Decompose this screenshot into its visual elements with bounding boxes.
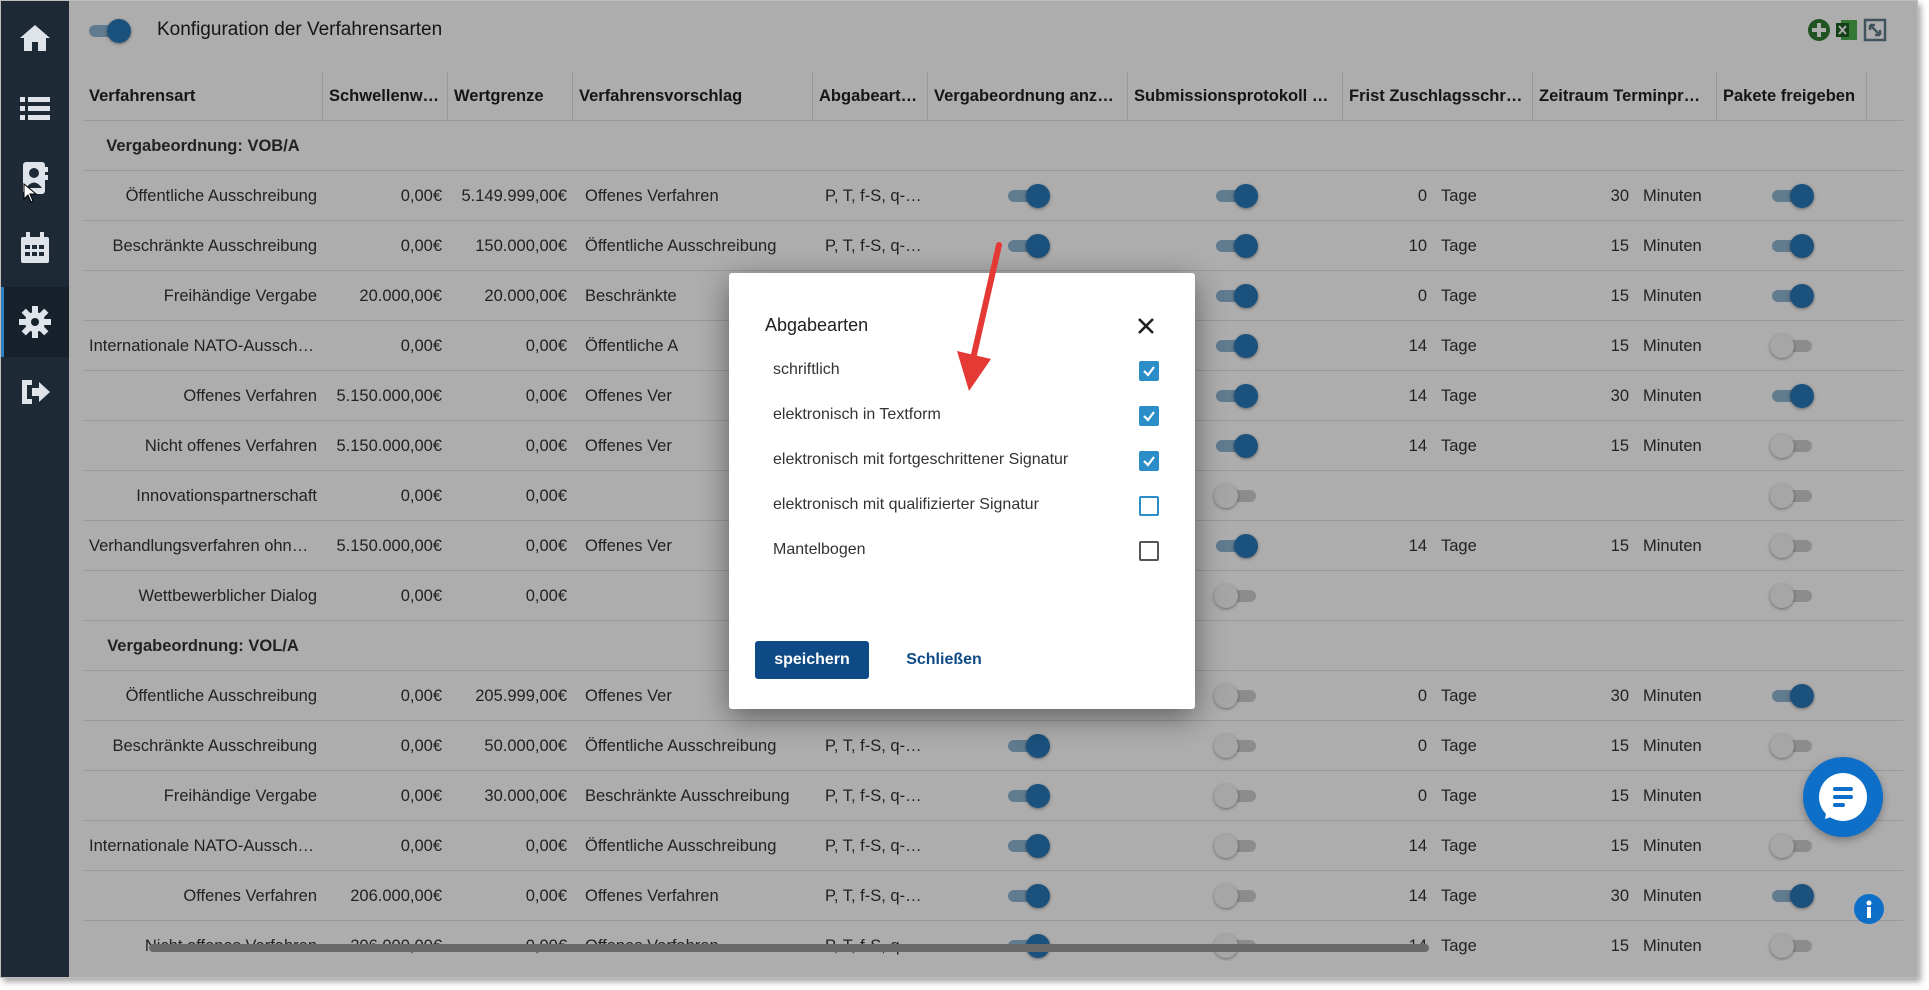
option-label: Mantelbogen [773, 541, 866, 558]
close-button[interactable]: Schließen [889, 641, 999, 679]
gear-icon [19, 306, 51, 338]
nav-calendar[interactable] [1, 213, 69, 283]
option-row: elektronisch mit qualifizierter Signatur [773, 488, 1163, 524]
option-label: elektronisch in Textform [773, 406, 941, 423]
nav-home[interactable] [1, 3, 69, 73]
save-button[interactable]: speichern [755, 641, 869, 679]
annotation-arrow-icon [957, 242, 1002, 391]
option-label: elektronisch mit qualifizierter Signatur [773, 496, 1039, 513]
checkmark-icon [1143, 411, 1155, 422]
option-row: Mantelbogen [773, 533, 1163, 569]
option-checkbox[interactable] [1139, 406, 1159, 426]
option-checkbox[interactable] [1139, 541, 1159, 561]
nav-logout[interactable] [1, 357, 69, 427]
checkmark-icon [1143, 366, 1155, 377]
option-label: schriftlich [773, 361, 840, 378]
calendar-icon [21, 232, 49, 263]
info-icon[interactable] [1854, 894, 1884, 924]
close-icon[interactable] [1129, 309, 1163, 343]
option-label: elektronisch mit fortgeschrittener Signa… [773, 451, 1069, 468]
checkmark-icon [1143, 456, 1155, 467]
option-checkbox[interactable] [1139, 496, 1159, 516]
mouse-cursor-icon [23, 183, 37, 203]
option-row: elektronisch in Textform [773, 398, 1163, 434]
nav-list[interactable] [1, 73, 69, 143]
sidebar [1, 1, 69, 977]
logout-icon [22, 380, 50, 404]
chat-button[interactable] [1803, 757, 1883, 837]
home-icon [20, 25, 50, 51]
chat-bubble-icon [1819, 773, 1867, 821]
dialog-title: Abgabearten [765, 315, 869, 335]
list-icon [20, 97, 50, 120]
nav-settings[interactable] [1, 287, 69, 357]
option-row: elektronisch mit fortgeschrittener Signa… [773, 443, 1163, 479]
app-window: Konfiguration der Verfahrensarten Verfah… [0, 0, 1918, 978]
option-checkbox[interactable] [1139, 451, 1159, 471]
option-checkbox[interactable] [1139, 361, 1159, 381]
